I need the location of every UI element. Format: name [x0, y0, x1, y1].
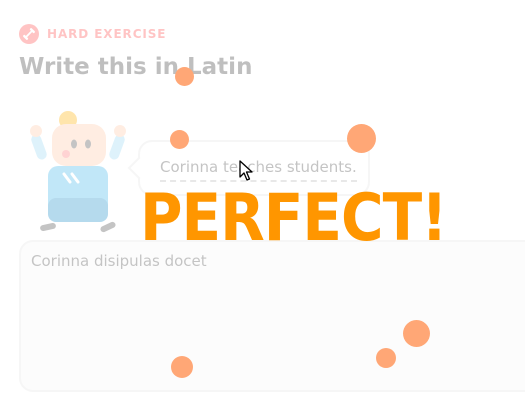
perfect-feedback: PERFECT!: [140, 185, 448, 250]
answer-textarea[interactable]: Corinna disipulas docet: [19, 240, 525, 392]
character-illustration: [26, 110, 130, 238]
confetti-dot: [347, 124, 376, 153]
confetti-dot: [376, 348, 396, 368]
prompt-sentence[interactable]: Corinna teaches students.: [160, 158, 357, 182]
hard-exercise-badge: HARD EXERCISE: [19, 24, 166, 44]
page-title: Write this in Latin: [19, 54, 253, 80]
confetti-dot: [403, 320, 430, 347]
dumbbell-icon: [19, 24, 39, 44]
mouse-cursor-icon: [239, 160, 253, 182]
confetti-dot: [171, 356, 193, 378]
perfect-feedback-text: PERFECT!: [140, 179, 448, 256]
badge-label: HARD EXERCISE: [47, 27, 167, 41]
confetti-dot: [175, 67, 194, 86]
confetti-dot: [170, 130, 189, 149]
